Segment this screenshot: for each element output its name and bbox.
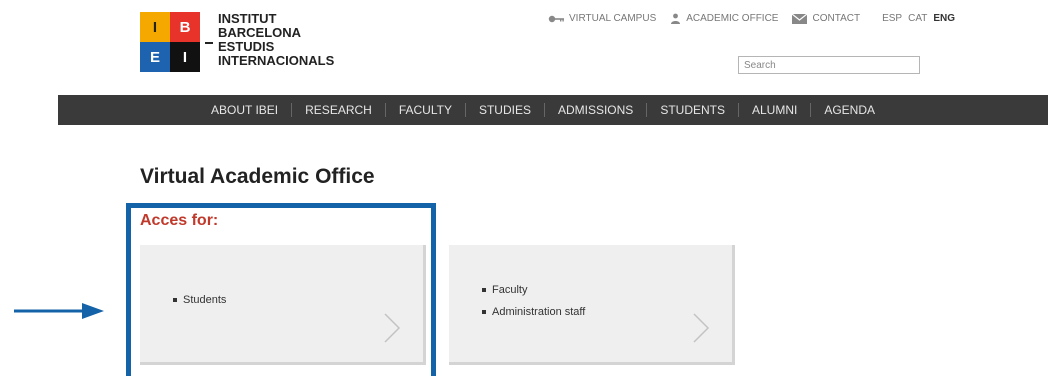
- lang-esp[interactable]: ESP: [882, 13, 902, 24]
- acces-for-label: Acces for:: [140, 212, 219, 229]
- logo-letter: I: [140, 12, 170, 42]
- lang-cat[interactable]: CAT: [908, 13, 927, 24]
- key-icon: [548, 15, 564, 22]
- nav-alumni[interactable]: ALUMNI: [738, 103, 810, 117]
- logo-letter: I: [170, 42, 200, 72]
- search-input[interactable]: [738, 56, 920, 74]
- list-item: Faculty: [482, 284, 585, 296]
- logo-line: INTERNACIONALS: [218, 53, 335, 68]
- logo-line: INSTITUT: [218, 11, 277, 26]
- nav-admissions[interactable]: ADMISSIONS: [543, 103, 646, 117]
- card-list: Faculty Administration staff: [482, 284, 585, 328]
- envelope-icon: [792, 13, 808, 24]
- academic-office-label: ACADEMIC OFFICE: [686, 13, 779, 24]
- utility-links: VIRTUAL CAMPUS ACADEMIC OFFICE CONTACT E…: [548, 13, 961, 24]
- logo-line: BARCELONA: [218, 25, 302, 40]
- logo-dash: [205, 42, 213, 44]
- virtual-campus-label: VIRTUAL CAMPUS: [569, 13, 657, 24]
- main-navbar: ABOUT IBEI RESEARCH FACULTY STUDIES ADMI…: [58, 95, 1048, 125]
- ibei-logo[interactable]: I B E I INSTITUT BARCELONA ESTUDIS INTER…: [140, 12, 334, 72]
- contact-link[interactable]: CONTACT: [792, 13, 860, 24]
- bullet-icon: [482, 288, 486, 292]
- contact-label: CONTACT: [812, 13, 861, 24]
- person-icon: [671, 13, 681, 24]
- logo-letter: B: [170, 12, 200, 42]
- page-title: Virtual Academic Office: [140, 165, 375, 188]
- nav-about-ibei[interactable]: ABOUT IBEI: [198, 103, 291, 117]
- logo-wordmark: INSTITUT BARCELONA ESTUDIS INTERNACIONAL…: [218, 12, 334, 68]
- nav-studies[interactable]: STUDIES: [464, 103, 544, 117]
- lang-eng[interactable]: ENG: [933, 13, 955, 24]
- list-item: Administration staff: [482, 306, 585, 318]
- nav-faculty[interactable]: FACULTY: [384, 103, 465, 117]
- logo-mark: I B E I: [140, 12, 200, 72]
- logo-letter: E: [140, 42, 170, 72]
- list-item-label: Administration staff: [492, 306, 586, 318]
- nav-students[interactable]: STUDENTS: [646, 103, 738, 117]
- arrow-right-icon: [14, 303, 104, 319]
- main-nav: ABOUT IBEI RESEARCH FACULTY STUDIES ADMI…: [198, 95, 888, 125]
- virtual-campus-link[interactable]: VIRTUAL CAMPUS: [548, 13, 656, 24]
- academic-office-link[interactable]: ACADEMIC OFFICE: [670, 13, 778, 24]
- chevron-right-icon: [693, 313, 710, 343]
- nav-agenda[interactable]: AGENDA: [810, 103, 888, 117]
- nav-research[interactable]: RESEARCH: [291, 103, 385, 117]
- language-switcher: ESP CAT ENG: [882, 13, 961, 24]
- bullet-icon: [482, 310, 486, 314]
- list-item-label: Faculty: [492, 284, 528, 296]
- staff-access-card[interactable]: Faculty Administration staff: [449, 245, 735, 365]
- logo-line: ESTUDIS: [218, 39, 275, 54]
